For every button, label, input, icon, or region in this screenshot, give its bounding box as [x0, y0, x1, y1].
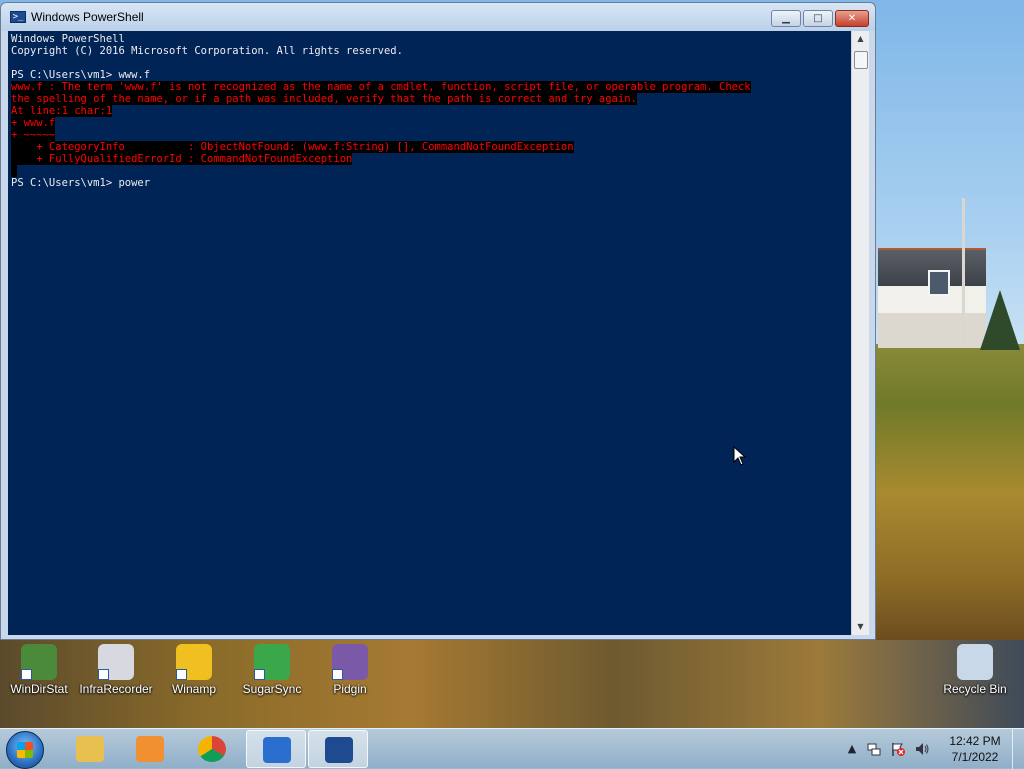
error-text: + FullyQualifiedErrorId : CommandNotFoun… [11, 153, 353, 165]
desktop-icon-label: Winamp [171, 682, 216, 696]
infrarecorder-icon [98, 644, 134, 680]
console-error-line: + www.f [11, 117, 56, 129]
recycle-bin-icon [957, 644, 993, 680]
desktop-icon-infrarecorder[interactable]: InfraRecorder [78, 642, 154, 700]
taskbar-button-file-explorer[interactable] [60, 730, 120, 768]
console-error-line: At line:1 char:1 [11, 105, 113, 117]
error-text: + CategoryInfo : ObjectNotFound: (www.f:… [11, 141, 574, 153]
console-output[interactable]: Windows PowerShell Copyright (C) 2016 Mic… [8, 31, 851, 635]
scroll-down-arrow-icon[interactable]: ▼ [852, 619, 869, 635]
pidgin-icon [332, 644, 368, 680]
shortcut-arrow-icon [332, 669, 343, 680]
desktop-icon-sugarsync[interactable]: SugarSync [234, 642, 310, 700]
wallpaper-grass [876, 344, 1024, 644]
sugarsync-icon [254, 644, 290, 680]
error-text [11, 165, 18, 177]
error-text: + www.f [11, 117, 56, 129]
desktop-icon-pidgin[interactable]: Pidgin [312, 642, 388, 700]
folder-icon [76, 736, 104, 762]
wallpaper-flagpole [962, 198, 965, 344]
system-tray: ▲ 12:42 PM 7/1/2022 [842, 729, 1024, 769]
desktop-icon-winamp[interactable]: Winamp [156, 642, 232, 700]
console-error-line: the spelling of the name, or if a path w… [11, 93, 637, 105]
powershell-icon[interactable]: >_ [10, 11, 26, 23]
clock[interactable]: 12:42 PM 7/1/2022 [940, 733, 1010, 765]
scroll-up-arrow-icon[interactable]: ▲ [852, 31, 869, 47]
taskbar-button-powershell[interactable] [308, 730, 368, 768]
console-error-line: + CategoryInfo : ObjectNotFound: (www.f:… [11, 141, 574, 153]
error-text: At line:1 char:1 [11, 105, 113, 117]
maximize-button[interactable]: □ [803, 10, 833, 27]
wallpaper-window [928, 270, 950, 296]
action-center-flag-icon[interactable] [890, 741, 906, 757]
shortcut-arrow-icon [176, 669, 187, 680]
chrome-icon [198, 736, 226, 762]
console-line: Copyright (C) 2016 Microsoft Corporation… [11, 45, 403, 57]
desktop-icon-label: Recycle Bin [943, 682, 1007, 696]
taskbar-button-media-player[interactable] [120, 730, 180, 768]
desktop-icon-label: InfraRecorder [79, 682, 153, 696]
windirstat-icon [21, 644, 57, 680]
console-error-line: + FullyQualifiedErrorId : CommandNotFoun… [11, 153, 353, 165]
window-titlebar[interactable]: >_ Windows PowerShell ▁ □ ✕ [1, 3, 875, 31]
windows-logo-icon [17, 742, 33, 758]
console-error-line: + ~~~~~ [11, 129, 56, 141]
powershell-icon [325, 737, 353, 763]
media-player-icon [136, 736, 164, 762]
window-title: Windows PowerShell [31, 10, 144, 24]
shortcut-arrow-icon [21, 669, 32, 680]
desktop-icon-recycle-bin[interactable]: Recycle Bin [937, 642, 1013, 700]
blue-app-icon [263, 737, 291, 763]
shortcut-arrow-icon [98, 669, 109, 680]
volume-icon[interactable] [914, 741, 930, 757]
desktop-icon-label: WinDirStat [10, 682, 68, 696]
console-line: PS C:\Users\vm1> www.f [11, 69, 151, 81]
taskbar-button-chrome[interactable] [182, 730, 242, 768]
winamp-icon [176, 644, 212, 680]
minimize-button[interactable]: ▁ [771, 10, 801, 27]
vertical-scrollbar[interactable]: ▲ ▼ [851, 31, 869, 635]
desktop-icon-windirstat[interactable]: WinDirStat [1, 642, 77, 700]
shortcut-arrow-icon [254, 669, 265, 680]
scrollbar-thumb[interactable] [854, 51, 868, 69]
taskbar-button-app-blue[interactable] [246, 730, 306, 768]
show-hidden-icons-icon[interactable]: ▲ [844, 741, 860, 757]
wallpaper-tree [980, 290, 1020, 350]
console-line: PS C:\Users\vm1> power [11, 177, 151, 189]
clock-time: 12:42 PM [949, 734, 1001, 748]
powershell-window[interactable]: >_ Windows PowerShell ▁ □ ✕ Windows Powe… [0, 2, 876, 640]
console-error-line: www.f : The term 'www.f' is not recogniz… [11, 81, 751, 93]
start-button[interactable] [6, 731, 44, 769]
close-button[interactable]: ✕ [835, 10, 869, 27]
desktop-icon-label: Pidgin [333, 682, 367, 696]
console-error-line [11, 165, 18, 177]
error-text: www.f : The term 'www.f' is not recogniz… [11, 81, 751, 93]
show-desktop-button[interactable] [1012, 729, 1024, 769]
network-icon[interactable] [866, 741, 882, 757]
error-text: the spelling of the name, or if a path w… [11, 93, 637, 105]
clock-date: 7/1/2022 [951, 750, 999, 764]
error-text: + ~~~~~ [11, 129, 56, 141]
taskbar: ▲ 12:42 PM 7/1/2022 [0, 728, 1024, 769]
console-line: Windows PowerShell [11, 33, 125, 45]
desktop-icon-label: SugarSync [242, 682, 302, 696]
